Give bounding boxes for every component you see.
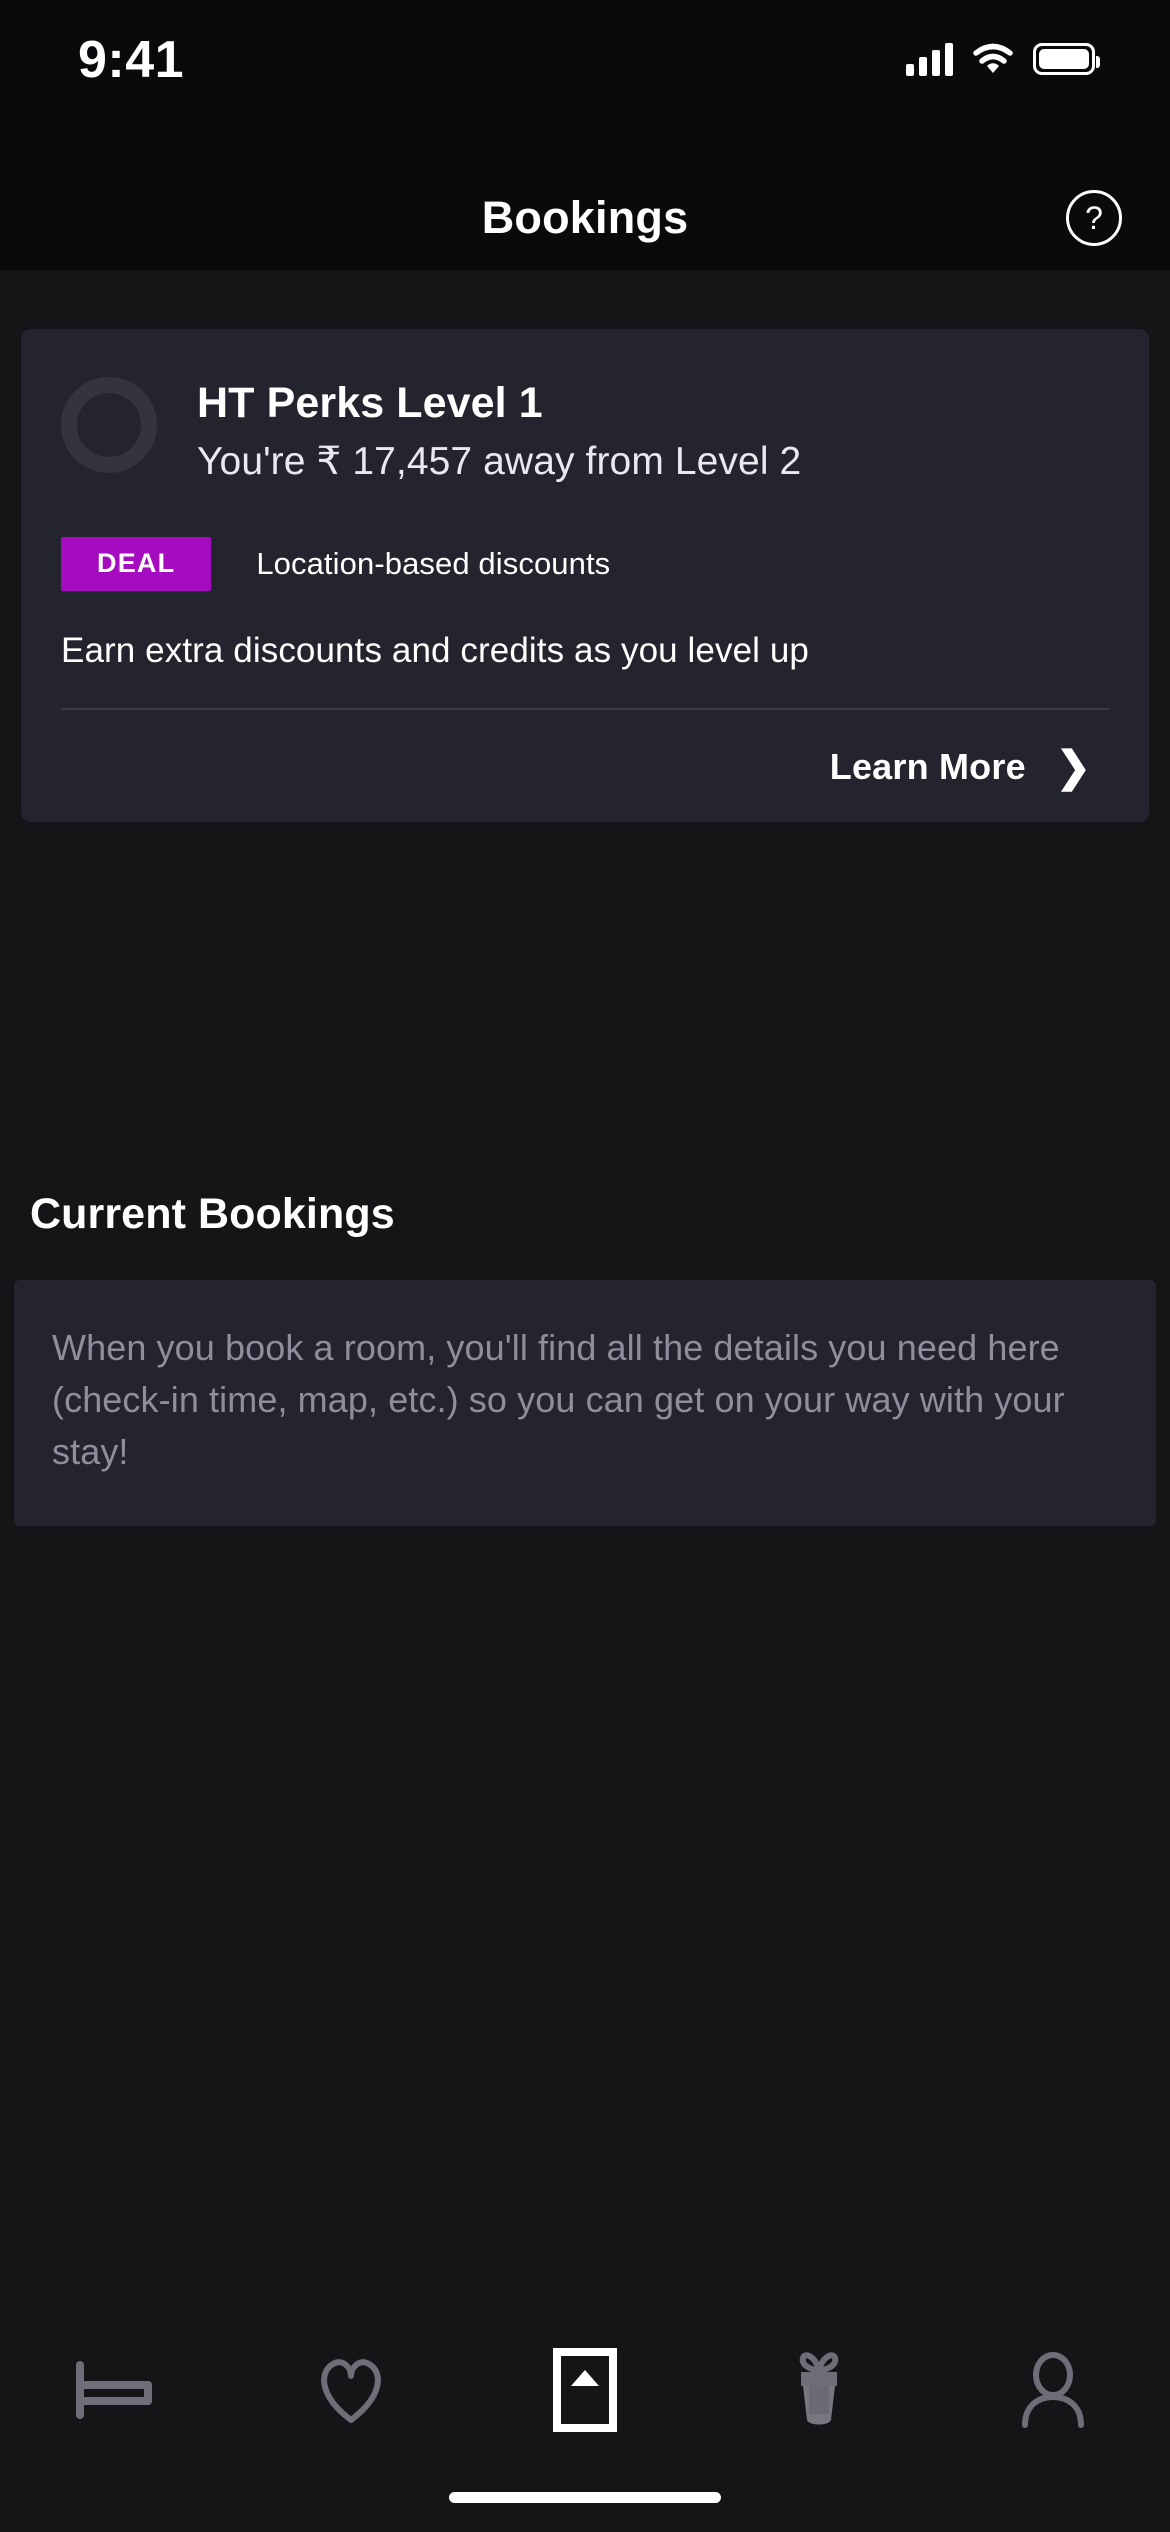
tab-stays[interactable]	[0, 2335, 234, 2445]
help-icon-glyph: ?	[1085, 199, 1103, 236]
navigation-bar: Bookings ?	[0, 165, 1170, 270]
heart-icon	[313, 2354, 389, 2426]
tab-profile[interactable]	[936, 2335, 1170, 2445]
boarding-pass-icon	[553, 2348, 617, 2432]
tab-bookings[interactable]	[468, 2335, 702, 2445]
current-bookings-empty-state: When you book a room, you'll find all th…	[14, 1280, 1156, 1526]
perks-card-header: HT Perks Level 1 You're ₹ 17,457 away fr…	[61, 373, 1109, 487]
perks-level-progress: You're ₹ 17,457 away from Level 2	[197, 440, 802, 483]
perks-benefit-text: Earn extra discounts and credits as you …	[61, 630, 809, 670]
person-icon	[1017, 2351, 1089, 2429]
page-title: Bookings	[481, 191, 689, 243]
gift-icon	[779, 2348, 859, 2432]
tab-rewards[interactable]	[702, 2335, 936, 2445]
main-content: HT Perks Level 1 You're ₹ 17,457 away fr…	[0, 270, 1170, 2307]
status-bar: 9:41	[0, 0, 1170, 165]
perks-card[interactable]: HT Perks Level 1 You're ₹ 17,457 away fr…	[21, 329, 1149, 822]
status-bar-indicators	[906, 42, 1100, 76]
empty-state-message: When you book a room, you'll find all th…	[52, 1327, 1065, 1472]
home-indicator-area	[0, 2492, 1170, 2532]
current-bookings-heading: Current Bookings	[30, 1190, 395, 1238]
perks-level-title: HT Perks Level 1	[197, 379, 543, 427]
perks-deal-row: DEAL Location-based discounts	[61, 537, 1109, 591]
bed-icon	[74, 2359, 160, 2421]
bottom-tab-bar	[0, 2307, 1170, 2492]
level-ring-icon	[61, 377, 157, 473]
battery-full-icon	[1033, 43, 1100, 75]
tab-favorites[interactable]	[234, 2335, 468, 2445]
home-indicator-bar[interactable]	[449, 2492, 721, 2503]
deal-badge: DEAL	[61, 537, 212, 591]
chevron-right-icon: ❯	[1055, 742, 1091, 790]
signal-bars-icon	[906, 42, 953, 76]
learn-more-label: Learn More	[829, 745, 1026, 787]
status-bar-time: 9:41	[78, 31, 185, 89]
help-circle-icon[interactable]: ?	[1066, 189, 1122, 246]
perks-card-text-block: HT Perks Level 1 You're ₹ 17,457 away fr…	[197, 373, 801, 487]
deal-description: Location-based discounts	[256, 545, 611, 581]
learn-more-button[interactable]: Learn More ❯	[61, 710, 1109, 792]
wifi-icon	[973, 43, 1013, 75]
app-screen: 9:41 Bookings ? HT Perks Level 1 You're …	[0, 0, 1170, 2532]
